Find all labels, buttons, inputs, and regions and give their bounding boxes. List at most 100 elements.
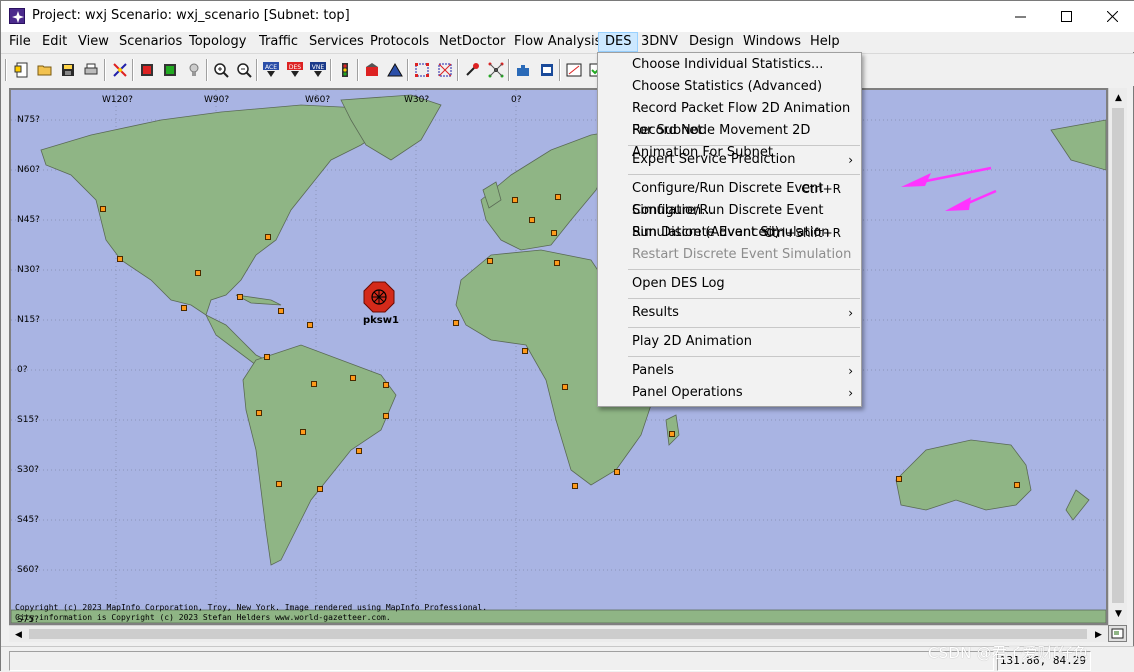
city-node[interactable] xyxy=(1014,482,1020,488)
menu-run-des[interactable]: Run Discrete Event Simulation Ctrl+Shift+… xyxy=(598,222,861,244)
close-button[interactable] xyxy=(1089,1,1134,32)
menu-topology[interactable]: Topology xyxy=(183,32,252,52)
city-node[interactable] xyxy=(896,476,902,482)
scroll-left-icon[interactable]: ◀ xyxy=(10,626,27,643)
menu-record-packet-flow[interactable]: Record Packet Flow 2D Animation For Subn… xyxy=(598,98,861,138)
city-node[interactable] xyxy=(350,375,356,381)
city-node[interactable] xyxy=(100,206,106,212)
city-node[interactable] xyxy=(311,381,317,387)
topology-icon[interactable] xyxy=(485,59,507,81)
menu-traffic[interactable]: Traffic xyxy=(253,32,304,52)
menu-design[interactable]: Design xyxy=(683,32,740,52)
scroll-right-icon[interactable]: ▶ xyxy=(1090,626,1107,643)
city-node[interactable] xyxy=(522,348,528,354)
menu-protocols[interactable]: Protocols xyxy=(364,32,435,52)
vne-icon[interactable]: VNE xyxy=(307,59,329,81)
zoom-out-icon[interactable] xyxy=(233,59,255,81)
menu-separator xyxy=(628,174,860,175)
maximize-button[interactable] xyxy=(1043,1,1089,32)
city-node[interactable] xyxy=(237,294,243,300)
config-icon[interactable] xyxy=(361,59,383,81)
city-node[interactable] xyxy=(562,384,568,390)
menu-choose-statistics-advanced[interactable]: Choose Statistics (Advanced) xyxy=(598,76,861,98)
des-icon[interactable]: DES xyxy=(284,59,306,81)
city-node[interactable] xyxy=(278,308,284,314)
city-node[interactable] xyxy=(572,483,578,489)
map-overview-button[interactable] xyxy=(1108,625,1127,642)
menu-scenarios[interactable]: Scenarios xyxy=(113,32,188,52)
menu-services[interactable]: Services xyxy=(303,32,370,52)
city-node[interactable] xyxy=(512,197,518,203)
recover-node-icon[interactable] xyxy=(159,59,181,81)
city-node[interactable] xyxy=(453,320,459,326)
minimize-button[interactable] xyxy=(997,1,1043,32)
menu-flow-analysis[interactable]: Flow Analysis xyxy=(508,32,607,52)
triangle-icon[interactable] xyxy=(384,59,406,81)
menu-edit[interactable]: Edit xyxy=(36,32,73,52)
menu-3dnv[interactable]: 3DNV xyxy=(635,32,684,52)
save-icon[interactable] xyxy=(57,59,79,81)
menu-des[interactable]: DES xyxy=(598,32,639,52)
window-title: Project: wxj Scenario: wxj_scenario [Sub… xyxy=(32,8,350,23)
pksw1-device-icon[interactable] xyxy=(363,281,395,313)
city-node[interactable] xyxy=(551,230,557,236)
menu-configure-run-des-advanced[interactable]: Configure/Run Discrete Event Simulation … xyxy=(598,200,861,240)
grid-deselect-icon[interactable] xyxy=(434,59,456,81)
horizontal-scroll-thumb[interactable] xyxy=(29,629,1087,639)
vertical-scroll-thumb[interactable] xyxy=(1112,108,1124,603)
city-node[interactable] xyxy=(614,469,620,475)
menu-results[interactable]: Results › xyxy=(598,302,861,324)
city-node[interactable] xyxy=(181,305,187,311)
menu-panel-operations[interactable]: Panel Operations › xyxy=(598,382,861,404)
new-project-icon[interactable] xyxy=(11,59,33,81)
city-node[interactable] xyxy=(317,486,323,492)
menu-panels[interactable]: Panels › xyxy=(598,360,861,382)
city-node[interactable] xyxy=(669,431,675,437)
menu-netdoctor[interactable]: NetDoctor xyxy=(433,32,511,52)
city-node[interactable] xyxy=(256,410,262,416)
horizontal-scrollbar[interactable]: ◀ ▶ xyxy=(9,625,1108,642)
menu-play-2d-animation[interactable]: Play 2D Animation xyxy=(598,331,861,353)
menu-view[interactable]: View xyxy=(72,32,115,52)
traffic-light-icon[interactable] xyxy=(334,59,356,81)
open-icon[interactable] xyxy=(34,59,56,81)
puzzle-icon[interactable] xyxy=(512,59,534,81)
city-node[interactable] xyxy=(265,234,271,240)
city-node[interactable] xyxy=(300,429,306,435)
menu-windows[interactable]: Windows xyxy=(737,32,807,52)
menu-record-node-movement[interactable]: Record Node Movement 2D Animation For Su… xyxy=(598,120,861,160)
ace-icon[interactable]: ACE xyxy=(260,59,282,81)
city-node[interactable] xyxy=(383,382,389,388)
toolbar-separator xyxy=(407,59,409,81)
city-node[interactable] xyxy=(307,322,313,328)
menu-open-des-log[interactable]: Open DES Log xyxy=(598,273,861,295)
vertical-scrollbar[interactable]: ▲ ▼ xyxy=(1108,88,1127,625)
print-icon[interactable] xyxy=(80,59,102,81)
city-node[interactable] xyxy=(554,260,560,266)
failure-icon[interactable] xyxy=(461,59,483,81)
grid-select-icon[interactable] xyxy=(411,59,433,81)
zoom-in-icon[interactable] xyxy=(210,59,232,81)
menu-configure-run-des[interactable]: Configure/Run Discrete Event Simulation.… xyxy=(598,178,861,218)
city-node[interactable] xyxy=(529,217,535,223)
menu-expert-service-prediction[interactable]: Expert Service Prediction › xyxy=(598,149,861,171)
menu-help[interactable]: Help xyxy=(804,32,846,52)
world-map-canvas[interactable]: W120? W90? W60? W30? 0? N75? N60? N45? N… xyxy=(9,88,1108,625)
city-node[interactable] xyxy=(195,270,201,276)
panel-icon[interactable] xyxy=(563,59,585,81)
city-node[interactable] xyxy=(276,481,282,487)
hw-icon[interactable] xyxy=(536,59,558,81)
check-links-icon[interactable] xyxy=(109,59,131,81)
scroll-up-icon[interactable]: ▲ xyxy=(1110,89,1127,106)
bulb-icon[interactable] xyxy=(183,59,205,81)
city-node[interactable] xyxy=(264,354,270,360)
city-node[interactable] xyxy=(555,194,561,200)
menu-file[interactable]: File xyxy=(3,32,37,52)
city-node[interactable] xyxy=(117,256,123,262)
fail-node-icon[interactable] xyxy=(136,59,158,81)
city-node[interactable] xyxy=(356,448,362,454)
scroll-down-icon[interactable]: ▼ xyxy=(1110,605,1127,622)
city-node[interactable] xyxy=(383,413,389,419)
menu-choose-individual-statistics[interactable]: Choose Individual Statistics... xyxy=(598,54,861,76)
city-node[interactable] xyxy=(487,258,493,264)
